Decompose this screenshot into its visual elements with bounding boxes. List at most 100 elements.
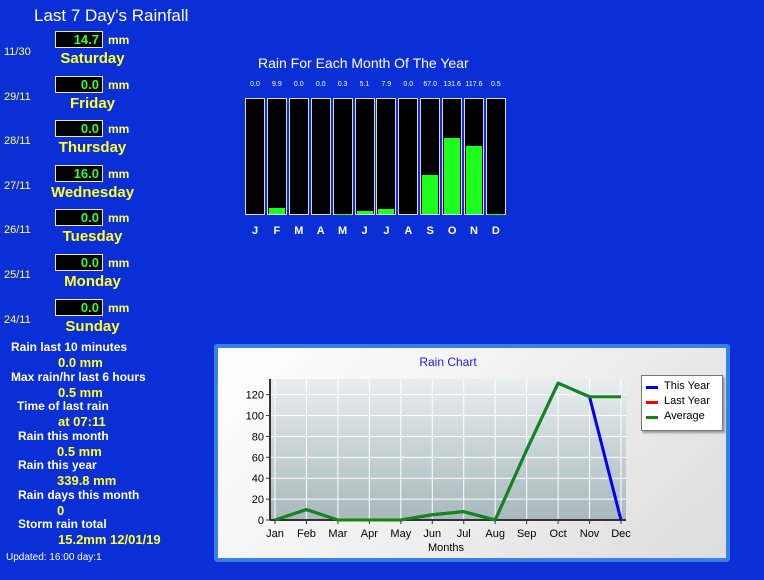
month-bar-slot (485, 98, 506, 215)
month-letter: J (383, 225, 390, 237)
day-rain-value: 14.7 (55, 31, 103, 48)
month-letter: M (338, 225, 348, 237)
day-rain-value: 0.0 (55, 298, 103, 316)
day-date: 29/11 (4, 90, 31, 103)
legend-swatch (646, 416, 658, 419)
stat-value: 0 (57, 502, 65, 518)
stat-value: 0.5 mm (57, 443, 102, 459)
day-row: 11/30 14.7 mm Saturday (0, 30, 220, 74)
month-letter: A (316, 225, 325, 237)
chart-legend: This Year Last Year Average (641, 375, 723, 431)
stat-label: Rain days this month (18, 487, 140, 502)
month-letter: J (251, 225, 259, 237)
legend-label: This Year (664, 380, 710, 392)
month-bar (268, 208, 285, 214)
stat-value: at 07:11 (58, 414, 106, 429)
day-rain-unit: mm (108, 256, 130, 270)
day-rain-value: 0.0 (55, 209, 103, 227)
updated-timestamp: Updated: 16:00 day:1 (6, 552, 102, 563)
month-bar-slot (420, 98, 441, 215)
month-value-label: 0.0 (293, 81, 304, 88)
y-tick-label: 100 (246, 411, 264, 423)
month-letter: S (426, 225, 434, 237)
month-value-label: 0.0 (250, 81, 260, 88)
month-bar-slot (398, 98, 419, 215)
x-tick-label: Oct (550, 528, 567, 540)
x-tick-label: Nov (580, 528, 600, 540)
day-name: Wednesday (50, 183, 135, 201)
day-name: Saturday (60, 50, 125, 67)
day-date: 11/30 (4, 46, 31, 58)
y-tick-label: 0 (258, 515, 264, 527)
month-value-label: 0.0 (315, 81, 326, 88)
month-letter: D (491, 225, 500, 237)
month-value-label: 7.9 (381, 81, 392, 88)
month-bar-slot (310, 98, 331, 215)
month-value-label: 0.3 (337, 81, 348, 88)
x-tick-label: Mar (328, 528, 347, 540)
day-rain-value: 0.0 (55, 120, 103, 138)
day-row: 29/11 0.0 mm Friday (0, 75, 220, 119)
x-tick-label: May (390, 528, 411, 540)
month-bar (378, 209, 395, 214)
x-tick-label: Jun (423, 528, 441, 540)
day-rain-value: 0.0 (55, 75, 103, 93)
day-date: 28/11 (4, 135, 31, 148)
day-row: 24/11 0.0 mm Sunday (0, 298, 220, 342)
x-tick-label: Dec (611, 528, 631, 540)
stat-value: 0.0 mm (58, 355, 103, 370)
x-tick-label: Sep (517, 528, 537, 540)
month-bar-slot (288, 98, 309, 215)
stat-label: Time of last rain (17, 399, 109, 413)
month-bar (444, 138, 461, 214)
day-row: 26/11 0.0 mm Tuesday (0, 208, 220, 252)
legend-label: Average (664, 410, 705, 422)
month-bar-slot (376, 98, 397, 215)
month-bar-slot (245, 98, 265, 215)
day-name: Sunday (65, 317, 120, 335)
month-value-label: 0.0 (403, 81, 414, 88)
x-axis-label: Months (428, 542, 465, 554)
page-title: Last 7 Day's Rainfall (34, 6, 189, 25)
month-letter: M (294, 225, 304, 237)
monthly-chart-title: Rain For Each Month Of The Year (258, 55, 469, 71)
month-letter: F (273, 225, 281, 237)
day-date: 25/11 (4, 269, 31, 281)
month-value-label: 67.0 (423, 81, 437, 88)
y-tick-label: 120 (246, 390, 264, 402)
month-bar-slot (464, 98, 484, 215)
day-name: Monday (64, 273, 121, 290)
x-tick-label: Jul (457, 528, 471, 540)
stat-value: 15.2mm 12/01/19 (58, 532, 161, 547)
month-bar-slot (266, 98, 287, 215)
stat-value: 0.5 mm (58, 384, 103, 400)
day-rain-unit: mm (108, 33, 130, 47)
day-date: 26/11 (4, 224, 31, 237)
day-rain-unit: mm (108, 211, 130, 226)
stat-label: Rain this year (18, 458, 97, 472)
day-rain-unit: mm (108, 166, 130, 181)
legend-label: Last Year (664, 395, 710, 407)
day-rain-unit: mm (108, 122, 130, 137)
month-bar-slot (354, 98, 375, 215)
rain-chart-panel: 0 20 40 60 80 100 120 Jan Feb Mar Apr May Jun Jul Aug S… (214, 344, 730, 562)
month-bar (422, 175, 439, 214)
month-letter: N (470, 225, 478, 237)
legend-swatch (646, 401, 658, 404)
month-letter: J (361, 225, 368, 237)
month-value-label: 131.6 (443, 81, 461, 88)
day-rain-unit: mm (108, 300, 130, 315)
x-tick-label: Jan (266, 528, 284, 540)
month-letter: A (404, 225, 413, 237)
month-value-label: 117.6 (465, 81, 483, 88)
day-name: Friday (69, 94, 115, 112)
y-tick-label: 40 (252, 473, 264, 485)
month-bar-slot (332, 98, 353, 215)
stat-label: Max rain/hr last 6 hours (11, 369, 146, 384)
month-letter: O (447, 225, 457, 237)
x-tick-label: Feb (297, 528, 316, 540)
month-value-label: 9.9 (272, 81, 282, 88)
stat-label: Storm rain total (18, 517, 107, 531)
day-name: Thursday (58, 139, 127, 157)
month-bar (466, 146, 482, 214)
